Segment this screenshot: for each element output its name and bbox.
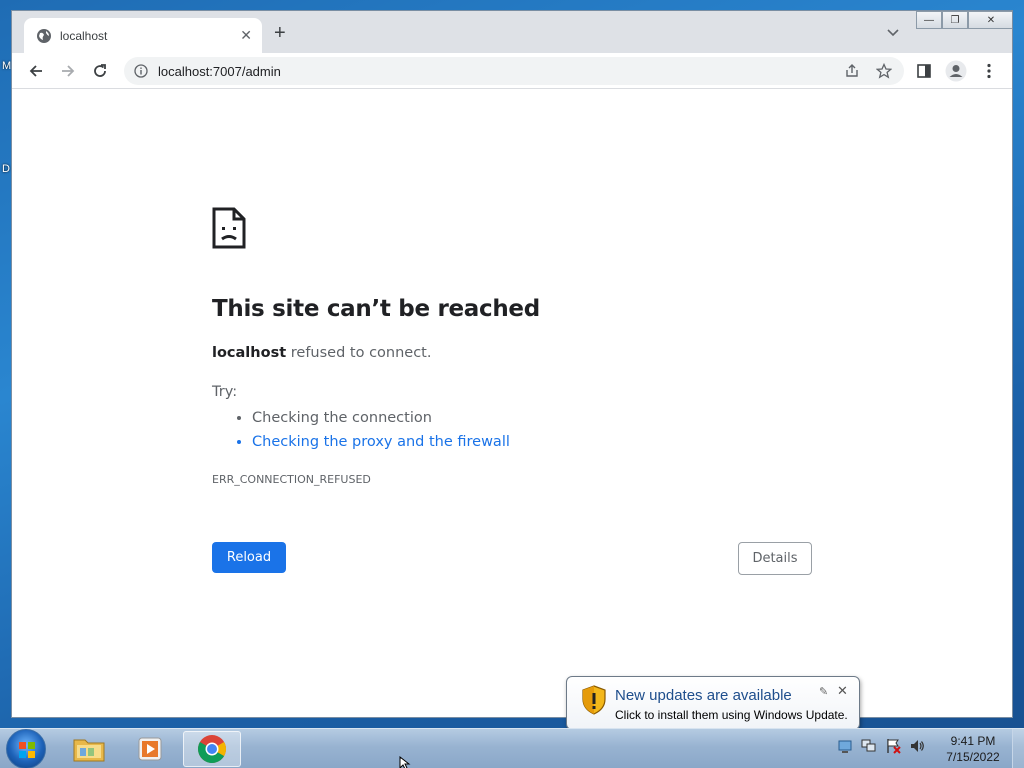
suggestions-list: Checking the connection Checking the pro… [234,406,510,454]
tab-title: localhost [60,28,108,43]
system-tray [836,737,926,755]
try-label: Try: [212,384,238,400]
maximize-button[interactable]: ❐ [942,11,968,29]
error-code: ERR_CONNECTION_REFUSED [212,473,371,486]
profile-avatar-icon[interactable] [944,59,968,83]
chevron-down-icon[interactable] [886,27,900,39]
browser-toolbar: localhost:7007/admin [12,53,1012,89]
folder-icon [73,739,105,762]
error-page: This site can’t be reached localhost ref… [12,90,1012,717]
sad-document-icon [212,207,246,249]
notification-body: Click to install them using Windows Upda… [615,708,848,722]
address-bar[interactable]: localhost:7007/admin [124,57,904,85]
error-host: localhost [212,345,287,361]
new-tab-button[interactable]: + [274,23,286,43]
error-description-rest: refused to connect. [286,345,432,361]
action-center-flag-icon[interactable] [884,737,902,755]
warning-shield-icon [582,685,606,715]
details-button[interactable]: Details [738,542,812,575]
notification-close-icon[interactable]: ✕ [837,683,848,699]
close-window-button[interactable]: ✕ [968,11,1012,29]
clock-time: 9:41 PM [950,734,996,748]
tab-localhost[interactable]: localhost ✕ [24,18,262,53]
suggestion-check-connection: Checking the connection [252,406,510,430]
taskbar: 9:41 PM 7/15/2022 [0,728,1024,768]
suggestion-check-proxy-link[interactable]: Checking the proxy and the firewall [252,430,510,454]
side-panel-icon[interactable] [912,59,936,83]
tab-strip: localhost ✕ + — ❐ ✕ [12,11,1012,53]
menu-kebab-icon[interactable] [977,59,1001,83]
bookmark-star-icon[interactable] [876,63,892,79]
notification-options-icon[interactable]: ✎ [819,685,828,698]
chrome-icon [198,735,226,763]
tab-close-icon[interactable]: ✕ [240,27,252,44]
forward-icon[interactable] [56,59,80,83]
desktop-label-m: M [2,60,12,72]
media-player-icon [138,737,162,761]
share-icon[interactable] [844,63,860,79]
error-description: localhost refused to connect. [212,345,431,361]
minimize-button[interactable]: — [916,11,942,29]
windows-update-tray-icon[interactable] [836,737,854,755]
mouse-cursor-icon [399,756,411,768]
window-controls: — ❐ ✕ [916,11,1012,29]
reload-button[interactable]: Reload [212,542,286,573]
browser-window: localhost ✕ + — ❐ ✕ localhost:7007/admin… [11,10,1013,718]
clock-date: 7/15/2022 [946,750,1000,764]
error-title: This site can’t be reached [212,296,540,322]
windows-update-notification[interactable]: New updates are available Click to insta… [566,676,860,744]
notification-title: New updates are available [615,687,792,704]
volume-icon[interactable] [908,737,926,755]
taskbar-media-player[interactable] [121,731,179,767]
network-icon[interactable] [860,737,878,755]
globe-icon [37,28,51,43]
back-icon[interactable] [24,59,48,83]
show-desktop-button[interactable] [1012,729,1024,768]
reload-icon[interactable] [88,59,112,83]
start-button[interactable] [6,729,46,768]
info-icon[interactable] [134,64,148,78]
desktop-label-d: D [2,163,10,175]
windows-logo-icon [19,742,35,758]
taskbar-explorer[interactable] [60,731,118,767]
taskbar-clock[interactable]: 9:41 PM 7/15/2022 [940,733,1006,765]
taskbar-chrome[interactable] [183,731,241,767]
url-text: localhost:7007/admin [158,63,281,79]
